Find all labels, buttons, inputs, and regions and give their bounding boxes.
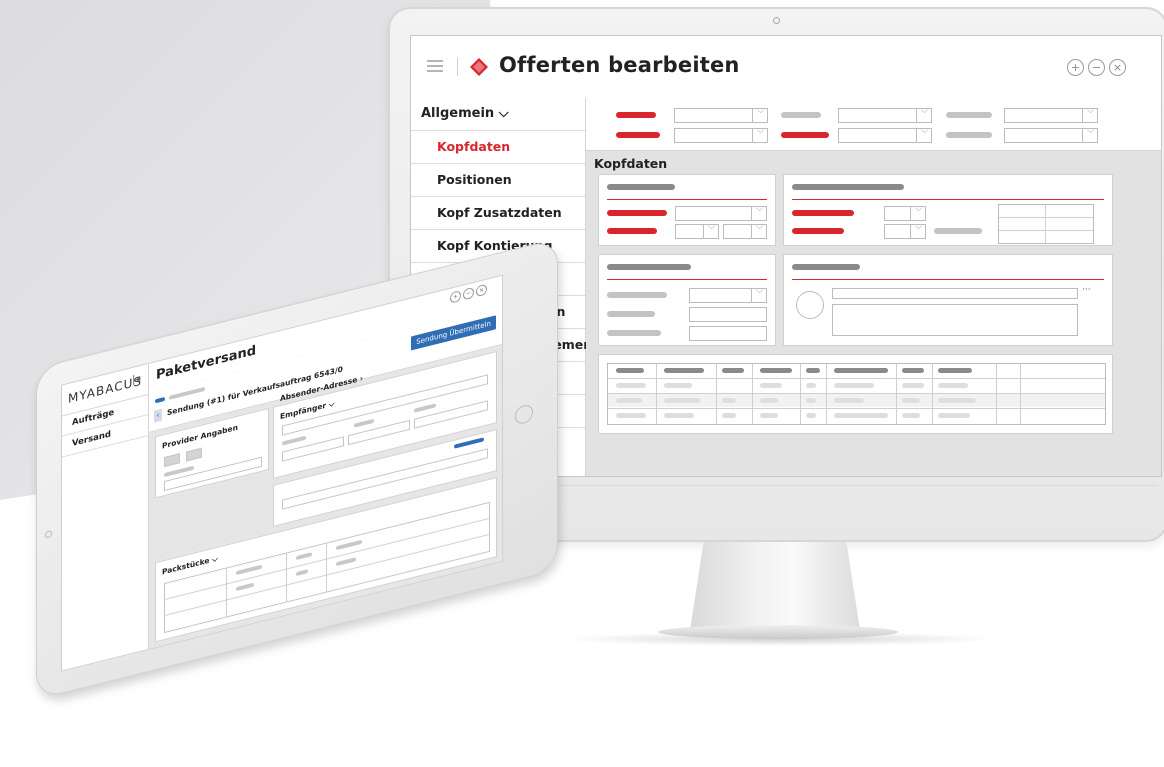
provider-label: Provider Angaben — [162, 422, 238, 451]
sidebar-item-positionen[interactable]: Positionen — [411, 164, 585, 197]
recipient-field[interactable] — [414, 400, 488, 429]
positions-table — [607, 363, 1106, 425]
address-card — [598, 254, 776, 346]
field-label — [607, 292, 667, 298]
field-dropdown[interactable] — [689, 286, 767, 303]
filter-label — [946, 112, 992, 118]
minimize-icon[interactable]: − — [1088, 59, 1105, 76]
contact-card: ··· — [783, 254, 1113, 346]
card-heading — [607, 184, 675, 190]
header-card-2 — [783, 174, 1113, 246]
avatar — [796, 291, 824, 319]
add-icon[interactable]: + — [450, 290, 461, 304]
filter-dropdown[interactable] — [1004, 106, 1098, 123]
field-dropdown[interactable] — [884, 222, 926, 239]
field-label — [792, 228, 844, 234]
tablet-home-button[interactable] — [515, 403, 533, 426]
close-icon[interactable]: × — [476, 283, 487, 298]
close-icon[interactable]: × — [1109, 59, 1126, 76]
filter-label — [781, 112, 821, 118]
filter-label — [616, 112, 656, 118]
field-label — [792, 210, 854, 216]
contact-input[interactable] — [832, 288, 1078, 299]
field-label — [934, 228, 982, 234]
monitor-stand-base — [658, 625, 898, 639]
notes-textarea[interactable] — [832, 304, 1078, 336]
filter-label — [616, 132, 660, 138]
hamburger-icon[interactable] — [427, 60, 443, 72]
filter-dropdown[interactable] — [1004, 126, 1098, 143]
sidebar-item-kopfdaten[interactable]: Kopfdaten — [411, 131, 585, 164]
header-card-1 — [598, 174, 776, 246]
filter-label — [946, 132, 992, 138]
minimize-icon[interactable]: − — [463, 286, 474, 301]
card-heading — [607, 264, 691, 270]
field-label — [607, 311, 655, 317]
main-content: Kopfdaten — [586, 98, 1161, 476]
collapse-sidebar-icon[interactable]: |◂ — [132, 373, 140, 386]
window-header: Offerten bearbeiten + − × — [411, 36, 1161, 99]
field-dropdown[interactable] — [884, 204, 926, 221]
packages-table — [164, 501, 490, 634]
provider-option[interactable] — [186, 447, 202, 462]
tablet-camera — [45, 530, 52, 539]
filter-dropdown[interactable] — [674, 126, 768, 143]
sidebar-item-kopf-zusatzdaten[interactable]: Kopf Zusatzdaten — [411, 197, 585, 230]
mini-table — [998, 204, 1094, 244]
field-dropdown[interactable] — [675, 204, 767, 221]
field-dropdown[interactable] — [723, 222, 767, 239]
monitor-camera — [773, 17, 780, 24]
tablet-sidebar: Aufträge Versand — [62, 393, 149, 671]
header-separator — [457, 58, 458, 76]
filter-bar — [586, 98, 1161, 151]
abacus-logo-icon — [470, 58, 488, 76]
monitor-stand-neck — [690, 542, 860, 630]
filter-dropdown[interactable] — [838, 106, 932, 123]
section-title: Kopfdaten — [594, 156, 668, 171]
filter-label — [781, 132, 829, 138]
more-icon[interactable]: ··· — [1082, 285, 1091, 295]
text-field[interactable] — [689, 307, 767, 322]
field-dropdown[interactable] — [675, 222, 719, 239]
back-icon[interactable]: ‹ — [154, 408, 162, 423]
field-label — [607, 210, 667, 216]
text-field[interactable] — [689, 326, 767, 341]
card-heading — [792, 264, 860, 270]
window-title: Offerten bearbeiten — [499, 53, 740, 77]
field-label — [607, 330, 661, 336]
card-heading — [792, 184, 904, 190]
filter-dropdown[interactable] — [674, 106, 768, 123]
add-icon[interactable]: + — [1067, 59, 1084, 76]
field-label — [607, 228, 657, 234]
sidebar-group-allgemein[interactable]: Allgemein ⌵ — [411, 98, 585, 131]
provider-option[interactable] — [164, 453, 180, 468]
positions-table-card — [598, 354, 1113, 434]
filter-dropdown[interactable] — [838, 126, 932, 143]
header-separator — [148, 363, 149, 395]
